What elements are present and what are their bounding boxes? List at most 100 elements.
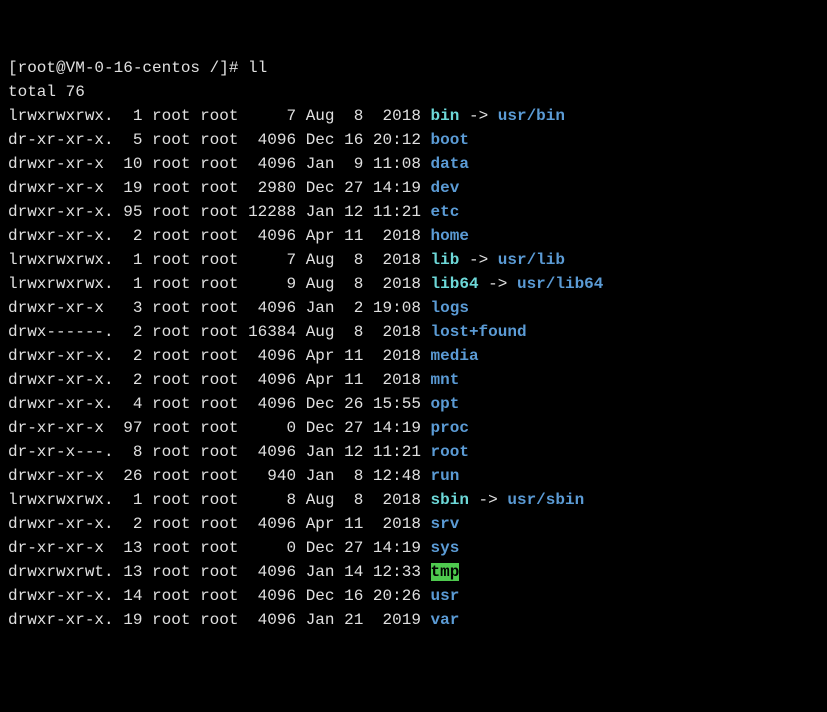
permissions: dr-xr-x---. [8,443,114,461]
date-day: 8 [335,323,364,341]
file-name-etc: etc [431,203,460,221]
size: 9 [238,275,296,293]
permissions: drwxr-xr-x. [8,587,114,605]
date-time: 15:55 [373,395,421,413]
date-day: 11 [335,371,364,389]
date-month: Aug [306,251,335,269]
link-target-lib: usr/lib [498,251,565,269]
group: root [200,467,238,485]
listing-row: drwxr-xr-x 26 root root 940 Jan 8 12:48 … [8,464,819,488]
permissions: drwxr-xr-x. [8,347,114,365]
size: 8 [238,491,296,509]
file-name-bin: bin [431,107,460,125]
date-day: 12 [335,203,364,221]
size: 4096 [238,515,296,533]
date-day: 16 [335,131,364,149]
file-name-run: run [431,467,460,485]
link-arrow: -> [479,275,517,293]
file-name-sbin: sbin [431,491,469,509]
date-month: Apr [306,371,335,389]
file-name-opt: opt [431,395,460,413]
file-name-dev: dev [431,179,460,197]
permissions: lrwxrwxrwx. [8,275,114,293]
date-time: 2018 [373,323,421,341]
group: root [200,395,238,413]
file-name-srv: srv [431,515,460,533]
date-day: 16 [335,587,364,605]
date-month: Jan [306,203,335,221]
owner: root [152,611,190,629]
file-name-logs: logs [431,299,469,317]
permissions: drwxr-xr-x [8,467,114,485]
listing-row: dr-xr-xr-x 97 root root 0 Dec 27 14:19 p… [8,416,819,440]
owner: root [152,227,190,245]
link-count: 13 [114,539,143,557]
permissions: lrwxrwxrwx. [8,251,114,269]
date-time: 11:21 [373,443,421,461]
date-time: 2018 [373,251,421,269]
date-month: Dec [306,395,335,413]
terminal-output[interactable]: [root@VM-0-16-centos /]# lltotal 76lrwxr… [8,56,819,632]
date-time: 19:08 [373,299,421,317]
listing-row: lrwxrwxrwx. 1 root root 8 Aug 8 2018 sbi… [8,488,819,512]
listing-row: drwxr-xr-x. 4 root root 4096 Dec 26 15:5… [8,392,819,416]
link-count: 19 [114,179,143,197]
date-day: 8 [335,491,364,509]
date-time: 12:33 [373,563,421,581]
permissions: drwxr-xr-x [8,179,114,197]
group: root [200,491,238,509]
group: root [200,371,238,389]
listing-row: drwxr-xr-x 3 root root 4096 Jan 2 19:08 … [8,296,819,320]
link-count: 3 [114,299,143,317]
date-time: 14:19 [373,419,421,437]
date-day: 27 [335,539,364,557]
owner: root [152,131,190,149]
group: root [200,299,238,317]
group: root [200,275,238,293]
group: root [200,419,238,437]
date-month: Dec [306,539,335,557]
listing-row: drwxr-xr-x. 14 root root 4096 Dec 16 20:… [8,584,819,608]
date-day: 8 [335,467,364,485]
link-count: 5 [114,131,143,149]
owner: root [152,323,190,341]
size: 940 [238,467,296,485]
owner: root [152,155,190,173]
date-month: Dec [306,131,335,149]
permissions: lrwxrwxrwx. [8,491,114,509]
date-month: Jan [306,563,335,581]
date-month: Dec [306,419,335,437]
group: root [200,515,238,533]
date-day: 8 [335,107,364,125]
link-count: 2 [114,347,143,365]
owner: root [152,251,190,269]
size: 7 [238,107,296,125]
link-count: 1 [114,107,143,125]
permissions: drwxr-xr-x. [8,611,114,629]
link-count: 1 [114,251,143,269]
listing-row: drwxr-xr-x. 95 root root 12288 Jan 12 11… [8,200,819,224]
listing-row: drwxr-xr-x. 2 root root 4096 Apr 11 2018… [8,224,819,248]
group: root [200,155,238,173]
date-day: 11 [335,227,364,245]
owner: root [152,539,190,557]
size: 4096 [238,227,296,245]
link-count: 8 [114,443,143,461]
owner: root [152,203,190,221]
listing-row: lrwxrwxrwx. 1 root root 9 Aug 8 2018 lib… [8,272,819,296]
owner: root [152,395,190,413]
permissions: drwxr-xr-x. [8,371,114,389]
permissions: drwxr-xr-x. [8,515,114,533]
date-day: 21 [335,611,364,629]
group: root [200,347,238,365]
group: root [200,587,238,605]
total-line: total 76 [8,80,819,104]
permissions: drwxr-xr-x [8,155,114,173]
date-time: 2018 [373,491,421,509]
group: root [200,251,238,269]
file-name-root: root [431,443,469,461]
size: 0 [238,419,296,437]
link-arrow: -> [459,107,497,125]
link-arrow: -> [459,251,497,269]
link-count: 97 [114,419,143,437]
